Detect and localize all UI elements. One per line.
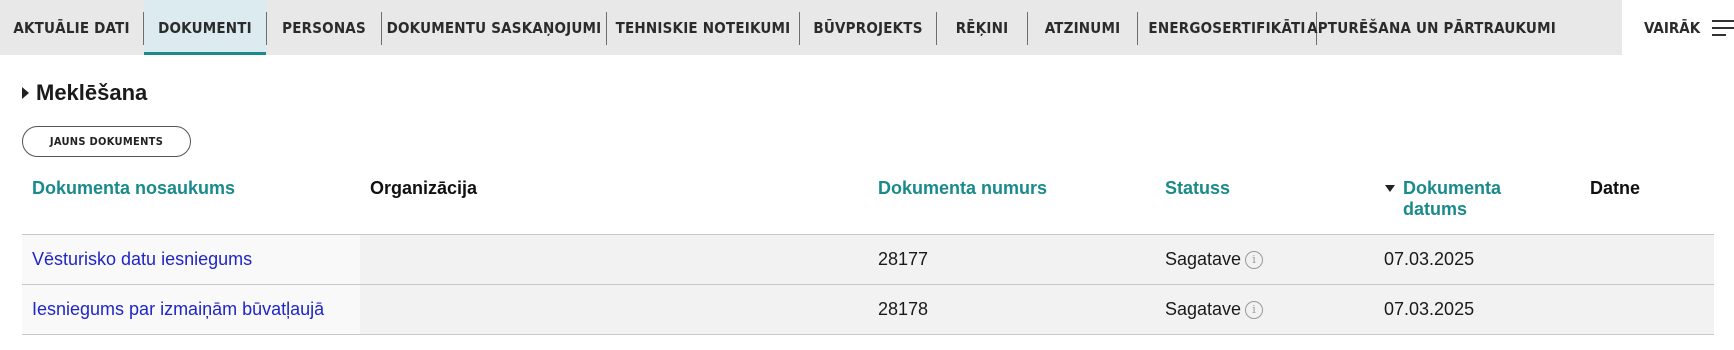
document-number-cell: 28177: [878, 249, 929, 269]
document-name-link[interactable]: Iesniegums par izmaiņām būvatļaujā: [32, 298, 324, 320]
search-title: Meklēšana: [36, 80, 148, 105]
more-menu-button[interactable]: VAIRĀK: [1622, 0, 1734, 55]
tab-dokumentu-saskanojumi[interactable]: DOKUMENTU SASKAŅOJUMI: [382, 0, 606, 55]
column-header-date-line2: datums: [1403, 199, 1468, 219]
column-header-file: Datne: [1590, 178, 1641, 198]
document-date-cell: 07.03.2025: [1384, 249, 1475, 269]
tab-buvprojekts[interactable]: BŪVPROJEKTS: [800, 0, 936, 55]
status-cell: Sagatave i: [1165, 298, 1264, 320]
table-row: Iesniegums par izmaiņām būvatļaujā 28178…: [22, 285, 1714, 335]
status-cell: Sagatave i: [1165, 248, 1264, 270]
status-text: Sagatave: [1165, 299, 1242, 319]
document-number-cell: 28178: [878, 299, 929, 319]
table-header: Dokumenta nosaukums Organizācija Dokumen…: [22, 176, 1714, 235]
tab-bar: AKTUĀLIE DATI DOKUMENTI PERSONAS DOKUMEN…: [0, 0, 1734, 55]
document-date-cell: 07.03.2025: [1384, 299, 1475, 319]
tab-personas[interactable]: PERSONAS: [267, 0, 381, 55]
document-name-link[interactable]: Vēsturisko datu iesniegums: [32, 248, 252, 270]
status-text: Sagatave: [1165, 249, 1242, 269]
documents-table: Dokumenta nosaukums Organizācija Dokumen…: [22, 176, 1714, 335]
more-label: VAIRĀK: [1644, 18, 1701, 37]
info-icon[interactable]: i: [1245, 251, 1264, 269]
column-header-status[interactable]: Statuss: [1165, 178, 1230, 199]
tab-energosertifikati[interactable]: ENERGOSERTIFIKĀTI: [1138, 0, 1316, 55]
column-header-number[interactable]: Dokumenta numurs: [878, 178, 1047, 199]
tab-tehniskie-noteikumi[interactable]: TEHNISKIE NOTEIKUMI: [607, 0, 799, 55]
new-document-button[interactable]: JAUNS DOKUMENTS: [22, 126, 191, 157]
search-toggle[interactable]: Meklēšana: [22, 80, 147, 106]
caret-right-icon: [22, 87, 29, 99]
column-header-date[interactable]: Dokumenta datums: [1385, 178, 1502, 220]
hamburger-icon: [1712, 19, 1734, 36]
table-row: Vēsturisko datu iesniegums 28177 Sagatav…: [22, 235, 1714, 285]
info-icon[interactable]: i: [1245, 301, 1264, 319]
tab-apturesana-un-partraukumi[interactable]: APTURĒŠANA UN PĀRTRAUKUMI: [1307, 0, 1556, 55]
sort-descending-icon: [1385, 185, 1395, 192]
column-header-name[interactable]: Dokumenta nosaukums: [32, 178, 235, 199]
column-header-organization: Organizācija: [370, 178, 478, 198]
tab-aktualie-dati[interactable]: AKTUĀLIE DATI: [0, 0, 143, 55]
tab-atzinumi[interactable]: ATZINUMI: [1028, 0, 1137, 55]
column-header-date-line1: Dokumenta: [1403, 178, 1502, 198]
tab-rekini[interactable]: RĒĶINI: [937, 0, 1027, 55]
tab-dokumenti[interactable]: DOKUMENTI: [144, 0, 266, 55]
